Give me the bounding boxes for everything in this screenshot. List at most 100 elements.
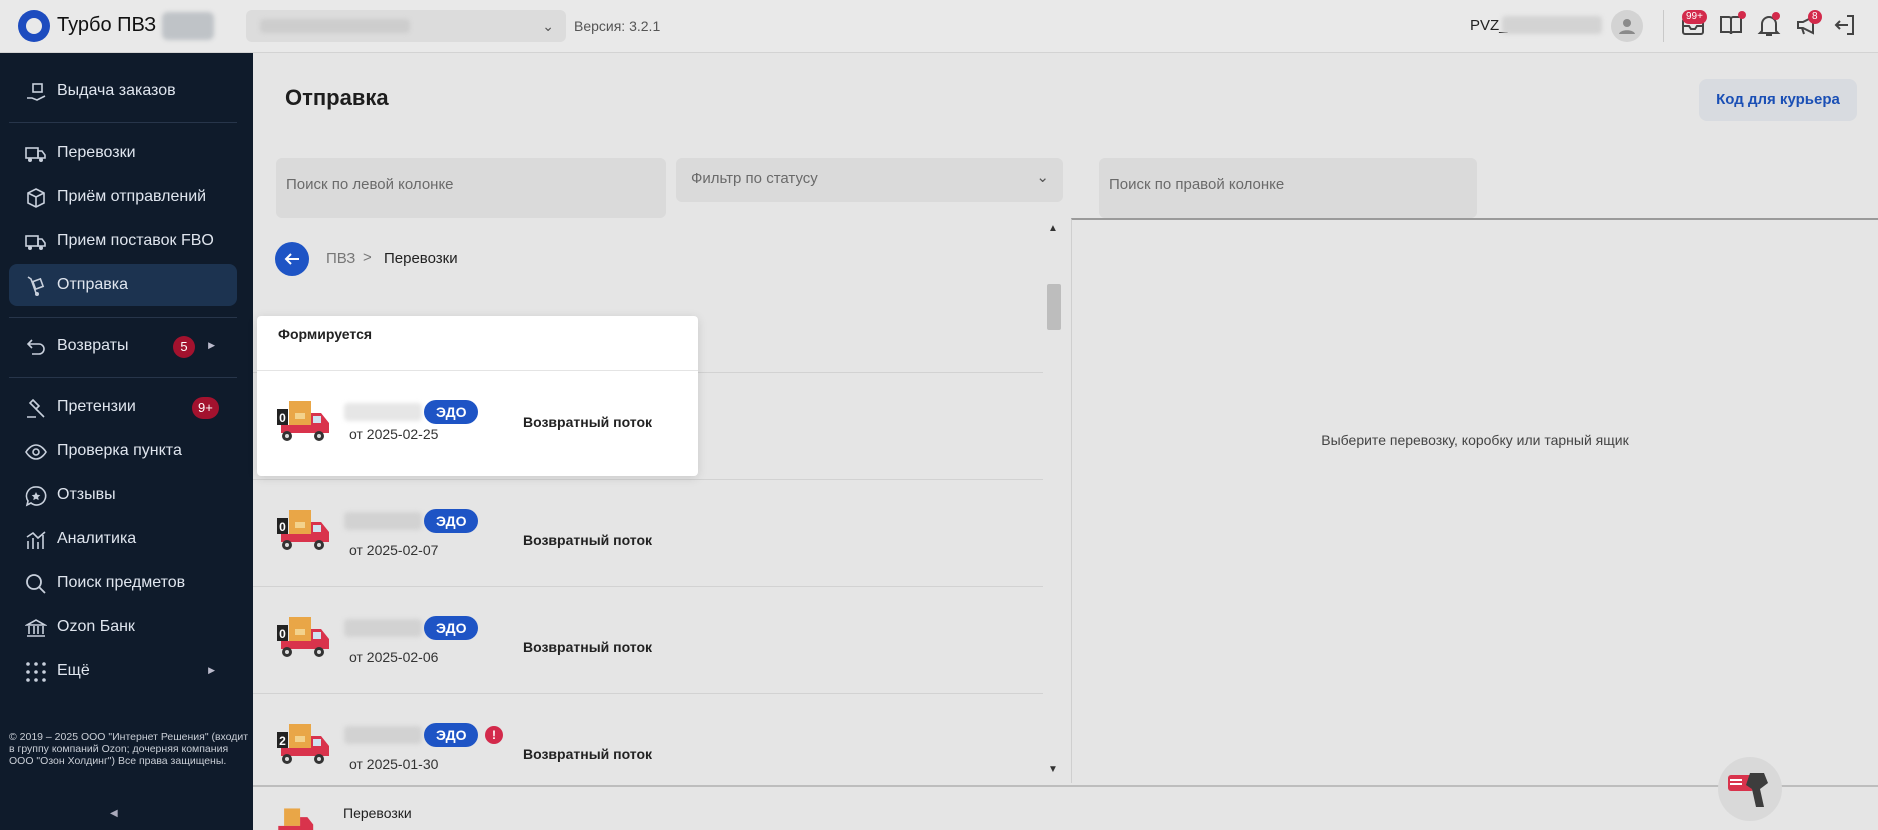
bottom-strip-label: Перевозки [343,805,412,821]
collapse-sidebar-icon[interactable]: ◀ [110,808,118,819]
row-date: от 2025-01-30 [349,756,439,772]
sidebar-item-reviews[interactable]: Отзывы [9,474,237,516]
logo-icon [18,10,50,42]
megaphone-icon[interactable]: 8 [1794,10,1822,40]
grid-icon [26,662,46,682]
scanner-button[interactable] [1718,757,1782,821]
updates-badge: 8 [1808,10,1822,24]
bottom-transport-strip[interactable]: Перевозки [253,785,1878,830]
divider [1663,10,1664,42]
truck-icon [275,807,315,830]
messages-icon[interactable]: 99+ [1680,10,1708,40]
forming-popup[interactable]: Формируется 0 ЭДО от 2025-02-25 Возвратн… [257,316,698,476]
sidebar-item-returns[interactable]: Возвраты 5 ▶ [9,325,237,367]
back-button[interactable] [275,242,309,276]
edo-badge: ЭДО [424,723,479,747]
table-row[interactable]: 0 ЭДО от 2025-02-06 Возвратный поток [253,586,1043,693]
scroll-up-icon[interactable]: ▲ [1048,223,1058,234]
sidebar-item-fbo[interactable]: Прием поставок FBO [9,220,237,262]
sidebar-item-transport[interactable]: Перевозки [9,132,237,174]
status-filter-select[interactable]: Фильтр по статусу ⌄ [676,158,1063,202]
breadcrumb-separator: > [363,249,372,266]
messages-badge: 99+ [1682,10,1707,24]
courier-code-button[interactable]: Код для курьера [1699,79,1857,121]
scroll-thumb[interactable] [1047,284,1061,330]
scroll-down-icon[interactable]: ▼ [1048,764,1058,775]
blurred-pvz-id [1502,16,1602,34]
sidebar-item-analytics[interactable]: Аналитика [9,518,237,560]
sidebar-item-check[interactable]: Проверка пункта [9,430,237,472]
barcode-scanner-icon [1728,773,1768,807]
truck-icon: 0 [277,510,329,550]
avatar[interactable] [1611,10,1643,42]
sidebar-item-issue-orders[interactable]: Выдача заказов [9,70,237,112]
truck-icon [25,147,46,162]
claims-badge: 9+ [192,397,219,419]
row-date: от 2025-02-06 [349,649,439,665]
divider [257,370,698,371]
breadcrumb-current: Перевозки [384,250,458,267]
book-icon[interactable] [1718,11,1746,40]
blurred-number [344,619,422,637]
hand-box-icon [27,83,46,101]
truck-icon: 0 [277,401,329,441]
edo-badge: ЭДО [424,509,479,533]
svg-text:0: 0 [279,411,286,425]
top-bar: Турбо ПВЗ ⌄ Версия: 3.2.1 PVZ_ 99+ 8 [0,0,1878,53]
popup-title: Формируется [278,326,373,342]
sidebar: Выдача заказов Перевозки Приём отправлен… [0,53,253,830]
sidebar-item-receive[interactable]: Приём отправлений [9,176,237,218]
search-left-input[interactable]: Поиск по левой колонке [276,158,666,218]
returns-badge: 5 [173,336,195,358]
bell-icon[interactable] [1756,12,1784,40]
svg-text:0: 0 [279,520,286,534]
transport-list: ПВЗ > Перевозки 0 ЭДО от 2025-02-07 Возв… [253,219,1043,784]
warning-icon: ! [485,726,503,744]
box-icon [27,188,45,208]
bank-icon [25,619,47,637]
table-row[interactable]: 0 ЭДО от 2025-02-07 Возвратный поток [253,479,1043,586]
svg-text:2: 2 [279,734,286,748]
version-label: Версия: 3.2.1 [574,18,661,34]
truck-icon: 2 [277,724,329,764]
book-dot [1738,11,1746,19]
chevron-right-icon: ▶ [208,340,215,350]
dolly-icon [27,276,45,296]
logout-icon[interactable] [1832,12,1860,40]
user-icon [1619,19,1635,34]
sidebar-item-search-items[interactable]: Поиск предметов [9,562,237,604]
sidebar-item-bank[interactable]: Ozon Банк [9,606,237,648]
row-flow: Возвратный поток [523,639,653,655]
popup-date: от 2025-02-25 [349,426,439,442]
details-pane: Выберите перевозку, коробку или тарный я… [1071,218,1878,783]
empty-state-hint: Выберите перевозку, коробку или тарный я… [1321,432,1629,448]
svg-text:0: 0 [279,627,286,641]
chevron-down-icon: ⌄ [542,18,554,34]
return-icon [26,339,45,355]
bell-dot [1772,12,1780,20]
breadcrumb-root[interactable]: ПВЗ [326,250,355,267]
gavel-icon [27,398,45,418]
blurred-pvz-name [260,19,410,33]
chart-icon [26,531,46,549]
edo-badge: ЭДО [424,400,479,424]
row-date: от 2025-02-07 [349,542,439,558]
copyright: © 2019 – 2025 ООО "Интернет Решения" (вх… [9,731,249,767]
row-flow: Возвратный поток [523,746,653,762]
blurred-field [162,12,214,40]
search-right-input[interactable]: Поиск по правой колонке [1099,158,1477,218]
sidebar-item-claims[interactable]: Претензии 9+ [9,386,237,428]
blurred-number [344,403,422,421]
table-row[interactable]: 2 ЭДО ! от 2025-01-30 Возвратный поток [253,693,1043,784]
chevron-down-icon: ⌄ [1036,169,1049,186]
blurred-number [344,512,422,530]
edo-badge: ЭДО [424,616,479,640]
sidebar-item-dispatch[interactable]: Отправка [9,264,237,306]
chat-star-icon [25,486,47,507]
pvz-selector[interactable]: ⌄ [246,10,566,42]
sidebar-item-more[interactable]: Ещё ▶ [9,650,237,692]
eye-icon [25,444,47,460]
row-flow: Возвратный поток [523,532,653,548]
popup-flow: Возвратный поток [523,414,653,430]
search-icon [26,574,46,594]
